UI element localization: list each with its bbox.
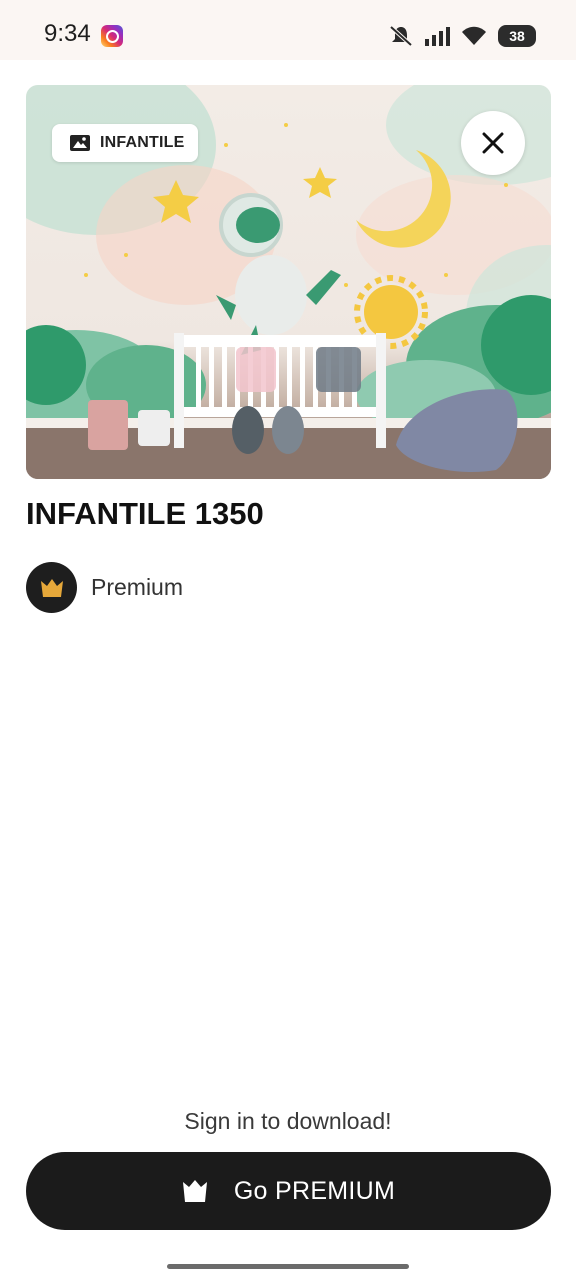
signal-icon xyxy=(425,27,450,46)
instagram-icon xyxy=(101,25,123,47)
category-chip[interactable]: INFANTILE xyxy=(52,124,198,162)
signin-prompt: Sign in to download! xyxy=(184,1108,392,1134)
close-button[interactable] xyxy=(461,111,525,175)
category-chip-label: INFANTILE xyxy=(100,134,185,151)
status-icons: 38 xyxy=(388,22,536,50)
tier-label: Premium xyxy=(91,574,184,600)
tier-badge-row: Premium xyxy=(26,562,183,613)
status-time: 9:34 xyxy=(44,20,91,47)
mute-icon xyxy=(389,25,413,47)
go-premium-label: Go PREMIUM xyxy=(233,1176,396,1205)
status-bar: 9:34 38 xyxy=(0,0,576,60)
crown-icon xyxy=(182,1180,207,1202)
image-icon xyxy=(70,135,90,151)
go-premium-button[interactable]: Go PREMIUM xyxy=(26,1152,551,1230)
battery-icon: 38 xyxy=(498,25,536,47)
wifi-icon xyxy=(462,26,486,45)
premium-badge xyxy=(26,562,77,613)
home-indicator[interactable] xyxy=(167,1264,409,1269)
close-icon xyxy=(482,132,504,154)
crown-icon xyxy=(40,578,63,597)
page-title: INFANTILE 1350 xyxy=(26,496,264,531)
